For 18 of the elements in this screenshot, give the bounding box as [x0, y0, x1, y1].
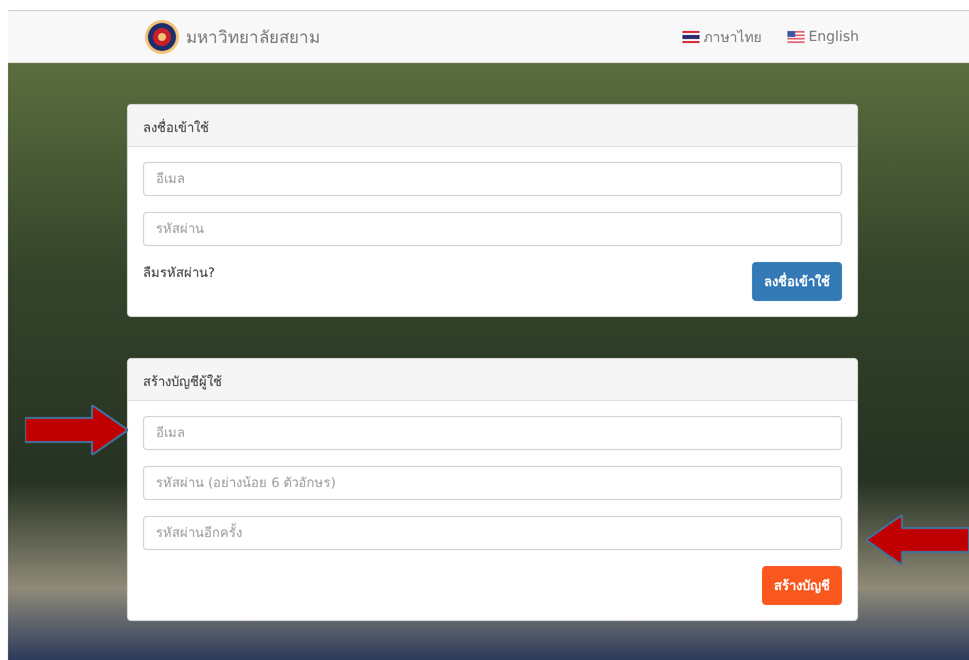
language-link[interactable]: ภาษาไทย: [682, 26, 762, 48]
create-account-button[interactable]: สร้างบัญชี: [762, 566, 842, 605]
input-field[interactable]: รหัสผ่าน: [143, 212, 842, 246]
input-field[interactable]: รหัสผ่านอีกครั้ง: [143, 516, 842, 550]
panel-title: ลงชื่อเข้าใช้: [128, 105, 857, 147]
left-arrow-icon: [866, 515, 969, 565]
right-arrow-icon: [25, 405, 128, 455]
input-field[interactable]: อีเมล: [143, 416, 842, 450]
input-field[interactable]: อีเมล: [143, 162, 842, 196]
site-title[interactable]: มหาวิทยาลัยสยาม: [186, 23, 320, 50]
panel-title: สร้างบัญชีผู้ใช้: [128, 359, 857, 401]
university-seal-icon[interactable]: [144, 18, 180, 54]
login-button[interactable]: ลงชื่อเข้าใช้: [752, 262, 842, 301]
forgot-password-link[interactable]: ลืมรหัสผ่าน?: [143, 262, 215, 283]
language-link[interactable]: English: [787, 26, 859, 48]
striped-flag-icon: [682, 30, 700, 42]
stars-stripes-flag-icon: [787, 30, 806, 42]
input-field[interactable]: รหัสผ่าน (อย่างน้อย 6 ตัวอักษร): [143, 466, 842, 500]
